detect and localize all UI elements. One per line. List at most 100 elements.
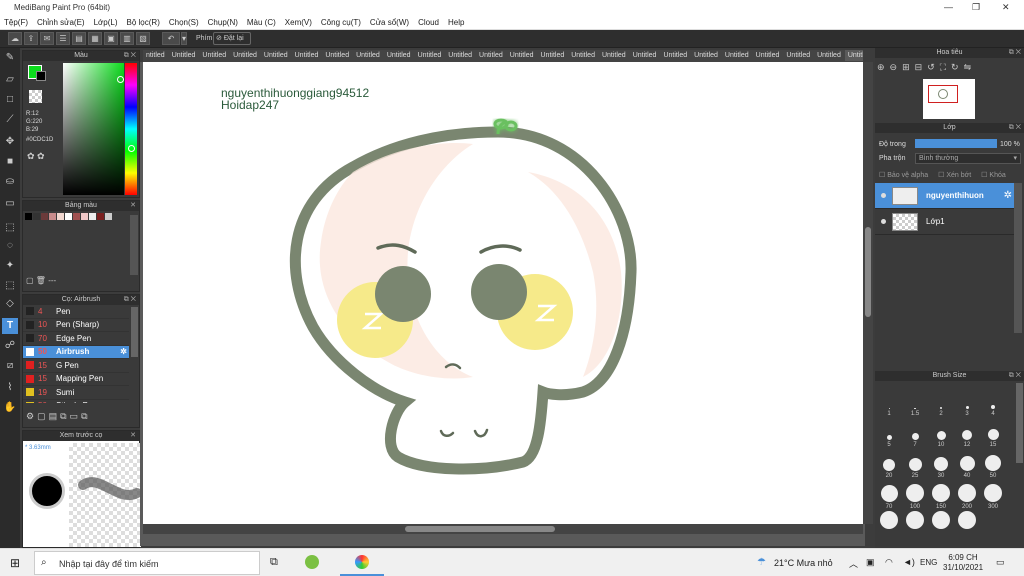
- layout-icon[interactable]: ▧: [136, 32, 150, 45]
- blend-mode-select[interactable]: Bình thường ▾: [915, 153, 1021, 164]
- palette-swatch[interactable]: [73, 213, 80, 220]
- brush-size-option[interactable]: [929, 511, 953, 531]
- brush-size-option[interactable]: [903, 511, 927, 531]
- flip-icon[interactable]: ⇋: [964, 62, 977, 72]
- brush-copy-icon[interactable]: ⧉: [60, 411, 69, 421]
- palette-swatch[interactable]: [89, 213, 96, 220]
- brush-size-option[interactable]: 70: [877, 480, 901, 510]
- tray-chevron-icon[interactable]: ︿: [849, 557, 858, 570]
- color-picker-cursor[interactable]: [117, 76, 124, 83]
- brush-size-option[interactable]: 300: [981, 480, 1005, 510]
- brush-size-option[interactable]: 150: [929, 480, 953, 510]
- new-brush-icon[interactable]: ▢: [37, 411, 49, 421]
- menu-cloud[interactable]: Cloud: [418, 18, 439, 27]
- brush-size-scrollbar[interactable]: [1016, 383, 1023, 463]
- menu-file[interactable]: Tệp(F): [4, 18, 28, 27]
- layer-scrollbar[interactable]: [1014, 183, 1022, 333]
- weather-text[interactable]: 21°C Mưa nhỏ: [774, 558, 833, 568]
- weather-icon[interactable]: ☂: [757, 557, 766, 568]
- clipping-checkbox[interactable]: ☐ Xén bớt: [938, 171, 971, 179]
- document-tab[interactable]: Untitled: [538, 50, 568, 61]
- gear-icon[interactable]: ✲: [1004, 190, 1012, 201]
- move-icon[interactable]: ✥: [2, 134, 18, 150]
- select-rect-icon[interactable]: ⬚: [2, 220, 18, 236]
- clock[interactable]: 6:09 CH 31/10/2021: [943, 553, 983, 573]
- volume-icon[interactable]: ◄): [903, 557, 915, 567]
- document-tab[interactable]: Untitled: [384, 50, 414, 61]
- transparent-swatch[interactable]: [29, 90, 42, 103]
- brush-scrollbar[interactable]: [131, 307, 138, 357]
- document-tab[interactable]: Untitled: [630, 50, 660, 61]
- brush-size-option[interactable]: 200: [955, 480, 979, 510]
- brush-size-option[interactable]: [955, 511, 979, 531]
- brush-size-option[interactable]: 40: [955, 449, 979, 479]
- panel-icon[interactable]: ▥: [120, 32, 134, 45]
- network-icon[interactable]: ▣: [866, 557, 875, 568]
- taskbar-search[interactable]: ⌕ Nhập tại đây để tìm kiếm: [34, 551, 260, 575]
- layer-row[interactable]: Lớp1: [875, 209, 1014, 235]
- grid-icon[interactable]: ▦: [88, 32, 102, 45]
- brush-size-option[interactable]: 100: [903, 480, 927, 510]
- document-tab[interactable]: Untitled: [415, 50, 445, 61]
- rotate-right-icon[interactable]: ↻: [951, 62, 964, 72]
- brush-size-option[interactable]: 25: [903, 449, 927, 479]
- text-icon[interactable]: T: [2, 318, 18, 334]
- brush-item[interactable]: 50Stipple Pen: [23, 400, 129, 403]
- divide-icon[interactable]: ⧄: [2, 358, 18, 374]
- color-wheel-icon[interactable]: ✿ ✿: [27, 151, 45, 162]
- layer-row[interactable]: nguyenthihuon ✲: [875, 183, 1014, 209]
- document-tab[interactable]: Untitled: [230, 50, 260, 61]
- film-icon[interactable]: ▣: [104, 32, 118, 45]
- gear-icon[interactable]: ✲: [120, 347, 127, 356]
- hue-slider[interactable]: [125, 63, 137, 195]
- brush-menu-icon[interactable]: ▤: [49, 411, 61, 421]
- medibang-taskbar-icon[interactable]: [355, 555, 369, 569]
- brush-item[interactable]: 19 Sumi: [23, 386, 129, 400]
- palette-swatch[interactable]: [57, 213, 64, 220]
- line-icon[interactable]: ⟋: [2, 112, 18, 128]
- document-tab[interactable]: Untitled: [783, 50, 813, 61]
- app-icon[interactable]: [305, 555, 319, 569]
- document-tab[interactable]: Untitled: [292, 50, 322, 61]
- brush-size-option[interactable]: 30: [929, 449, 953, 479]
- lock-checkbox[interactable]: ☐ Khóa: [981, 171, 1006, 179]
- palette-swatch[interactable]: [25, 213, 32, 220]
- rectangle-icon[interactable]: □: [2, 92, 18, 108]
- maximize-button[interactable]: ❐: [972, 2, 980, 13]
- hue-cursor[interactable]: [128, 145, 135, 152]
- upload-icon[interactable]: ⇪: [24, 32, 38, 45]
- delete-palette-icon[interactable]: 🗑: [36, 276, 46, 285]
- hand-icon[interactable]: ✋: [2, 400, 18, 416]
- brush-size-option[interactable]: 20: [877, 449, 901, 479]
- brush-size-option[interactable]: 10: [929, 418, 953, 448]
- brush-size-option[interactable]: 2: [929, 387, 953, 417]
- document-tab[interactable]: Untitled: [568, 50, 598, 61]
- palette-swatch[interactable]: [49, 213, 56, 220]
- brush-size-option[interactable]: 12: [955, 418, 979, 448]
- brush-size-option[interactable]: [877, 511, 901, 531]
- brush-size-option[interactable]: 1: [877, 387, 901, 417]
- document-tab[interactable]: Untitled: [814, 50, 844, 61]
- document-tab[interactable]: Untitled: [261, 50, 291, 61]
- palette-swatch[interactable]: [105, 213, 112, 220]
- undo-dropdown-icon[interactable]: ▾: [181, 32, 187, 45]
- menu-view[interactable]: Xem(V): [285, 18, 312, 27]
- cloud-icon[interactable]: ☁: [8, 32, 22, 45]
- brush-size-option[interactable]: 4: [981, 387, 1005, 417]
- brush-size-option[interactable]: 15: [981, 418, 1005, 448]
- palette-swatch[interactable]: [65, 213, 72, 220]
- menu-capture[interactable]: Chụp(N): [208, 18, 238, 27]
- windows-start-icon[interactable]: ⊞: [10, 556, 20, 570]
- brush-size-option[interactable]: 7: [903, 418, 927, 448]
- document-tab[interactable]: ntitled: [143, 50, 168, 61]
- visibility-icon[interactable]: [881, 219, 886, 224]
- opacity-slider[interactable]: [915, 139, 997, 148]
- document-tab[interactable]: Untitled: [476, 50, 506, 61]
- undo-icon[interactable]: ↶: [162, 32, 180, 45]
- canvas-vertical-scrollbar[interactable]: [863, 62, 873, 524]
- bucket-icon[interactable]: ⛀: [2, 174, 18, 190]
- notification-icon[interactable]: ▭: [996, 557, 1005, 568]
- menu-help[interactable]: Help: [448, 18, 464, 27]
- minimize-button[interactable]: —: [944, 2, 953, 12]
- zoom-out-icon[interactable]: ⊖: [890, 62, 903, 72]
